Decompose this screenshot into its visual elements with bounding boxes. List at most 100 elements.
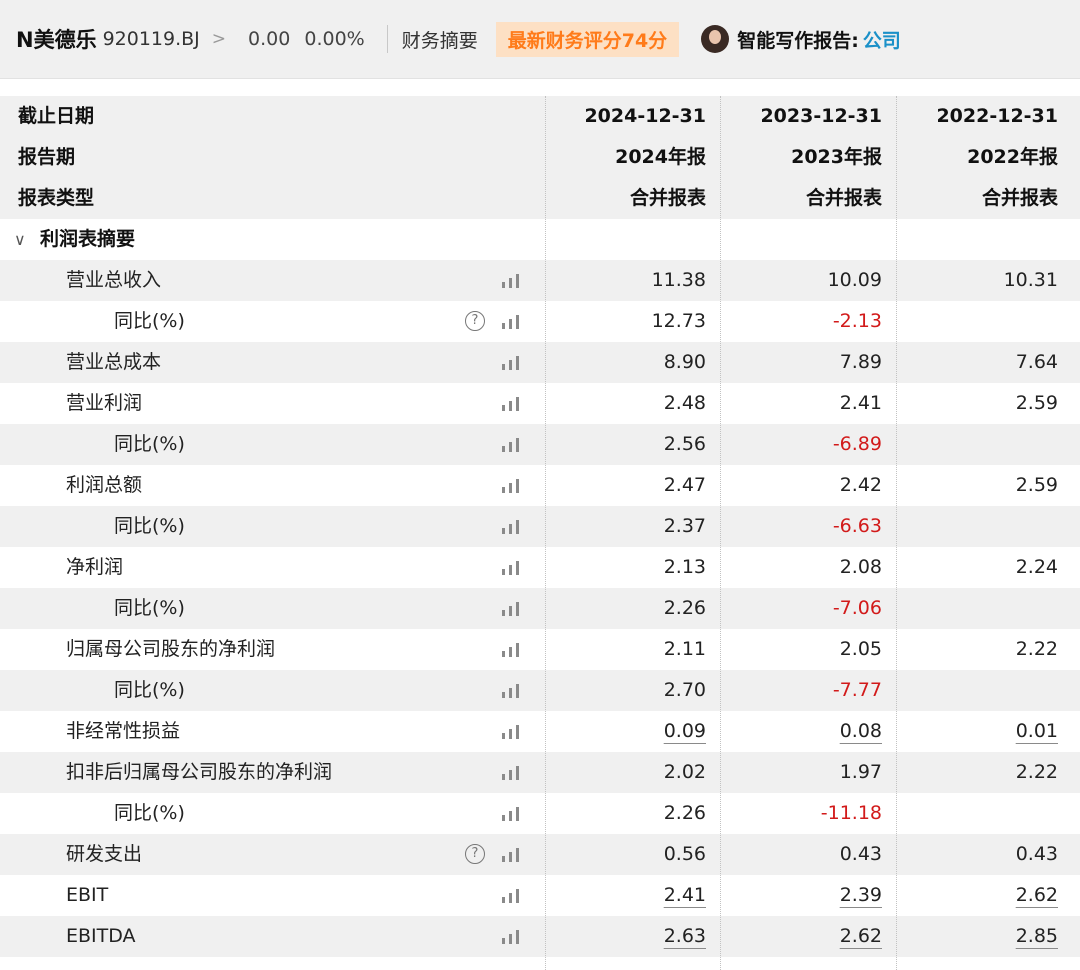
table-row: 营业总收入 11.38 10.09 10.31 [0,260,1080,301]
financial-summary-table: 截止日期 2024-12-31 2023-12-31 2022-12-31 报告期 202… [0,96,1080,957]
financial-score-badge[interactable]: 最新财务评分74分 [495,21,680,57]
table-row: 同比(%) 2.26 -7.06 [0,588,1080,629]
chevron-down-icon[interactable]: ∨ [14,219,26,260]
value-cell: 2.37 [663,515,706,537]
value-cell: -6.63 [832,515,882,537]
section-title[interactable]: 利润表摘要 [40,219,135,260]
stock-name[interactable]: N美德乐 [16,24,97,54]
value-cell: 0.43 [839,843,882,865]
value-cell[interactable]: 0.09 [664,711,706,752]
bar-chart-icon[interactable] [501,601,521,617]
value-cell: 2.05 [839,638,882,660]
column-divider [896,96,897,970]
value-cell: 10.09 [827,269,882,291]
value-cell: 2.59 [1015,392,1058,414]
ai-report-label: 智能写作报告: [737,29,859,52]
bar-chart-icon[interactable] [501,683,521,699]
bar-chart-icon[interactable] [501,560,521,576]
value-cell: 11.38 [651,269,706,291]
bar-chart-icon[interactable] [501,765,521,781]
header-row-label: 报告期 [18,146,76,168]
table-row: 同比(%) 2.37 -6.63 [0,506,1080,547]
header-cell: 合并报表 [805,187,882,209]
value-cell[interactable]: 0.08 [840,711,882,752]
chevron-right-icon[interactable]: > [212,29,226,49]
row-label: 扣非后归属母公司股东的净利润 [66,761,333,783]
value-cell[interactable]: 2.63 [664,916,706,957]
bar-chart-icon[interactable] [501,806,521,822]
value-cell: -7.77 [832,679,882,701]
value-cell: 2.02 [663,761,706,783]
value-cell: 7.89 [839,351,882,373]
bar-chart-icon[interactable] [501,888,521,904]
row-label: 利润总额 [66,474,143,496]
value-cell[interactable]: 2.39 [840,875,882,916]
stock-code[interactable]: 920119.BJ [103,28,200,50]
stock-price: 0.00 [248,28,291,50]
row-label: 同比(%) [114,679,185,701]
tab-financial-summary[interactable]: 财务摘要 [402,26,478,53]
value-cell: 0.56 [663,843,706,865]
value-cell[interactable]: 2.85 [1016,916,1058,957]
header-cell: 合并报表 [981,187,1058,209]
value-cell: 2.59 [1015,474,1058,496]
value-cell[interactable]: 2.41 [664,875,706,916]
header-cell: 2024年报 [615,146,706,168]
bar-chart-icon[interactable] [501,314,521,330]
value-cell: 2.26 [663,597,706,619]
value-cell: 1.97 [839,761,882,783]
header-cell: 2023-12-31 [760,105,882,127]
bar-chart-icon[interactable] [501,642,521,658]
bar-chart-icon[interactable] [501,929,521,945]
value-cell: 0.43 [1015,843,1058,865]
value-cell: -7.06 [832,597,882,619]
header-cell: 2024-12-31 [584,105,706,127]
header-row-label: 报表类型 [18,187,95,209]
value-cell: 2.47 [663,474,706,496]
table-row: EBITDA 2.63 2.62 2.85 [0,916,1080,957]
assistant-avatar[interactable] [701,25,730,53]
row-label: 归属母公司股东的净利润 [66,638,276,660]
question-circle-icon[interactable]: ? [465,844,485,864]
bar-chart-icon[interactable] [501,478,521,494]
value-cell[interactable]: 0.01 [1016,711,1058,752]
row-label: 同比(%) [114,802,185,824]
bar-chart-icon[interactable] [501,355,521,371]
table-row: 研发支出? 0.56 0.43 0.43 [0,834,1080,875]
value-cell: -11.18 [820,802,882,824]
row-label: 营业总收入 [66,269,162,291]
header-cell: 2022-12-31 [936,105,1058,127]
value-cell: 10.31 [1003,269,1058,291]
header-row: 报告期 2024年报 2023年报 2022年报 [0,137,1080,178]
value-cell: 12.73 [651,310,706,332]
bar-chart-icon[interactable] [501,724,521,740]
ai-report-link[interactable]: 公司 [863,26,901,53]
table-row: 非经常性损益 0.09 0.08 0.01 [0,711,1080,752]
stock-header-bar: N美德乐 920119.BJ > 0.00 0.00% 财务摘要 最新财务评分7… [0,0,1080,79]
value-cell: 8.90 [663,351,706,373]
header-cell: 2023年报 [791,146,882,168]
value-cell: -6.89 [832,433,882,455]
value-cell: 2.24 [1015,556,1058,578]
table-row: 同比(%) 2.70 -7.77 [0,670,1080,711]
row-label: 同比(%) [114,310,185,332]
table-row: 营业总成本 8.90 7.89 7.64 [0,342,1080,383]
row-label: 营业总成本 [66,351,162,373]
row-label: EBIT [66,884,109,906]
table-row: 同比(%) 2.26 -11.18 [0,793,1080,834]
question-circle-icon[interactable]: ? [465,311,485,331]
value-cell[interactable]: 2.62 [1016,875,1058,916]
row-label: 同比(%) [114,433,185,455]
bar-chart-icon[interactable] [501,273,521,289]
bar-chart-icon[interactable] [501,847,521,863]
column-divider [720,96,721,970]
value-cell: 2.22 [1015,638,1058,660]
value-cell: 2.13 [663,556,706,578]
row-label: EBITDA [66,925,136,947]
bar-chart-icon[interactable] [501,437,521,453]
row-label: 同比(%) [114,515,185,537]
bar-chart-icon[interactable] [501,396,521,412]
section-row[interactable]: ∨ 利润表摘要 [0,219,1080,260]
value-cell[interactable]: 2.62 [840,916,882,957]
bar-chart-icon[interactable] [501,519,521,535]
